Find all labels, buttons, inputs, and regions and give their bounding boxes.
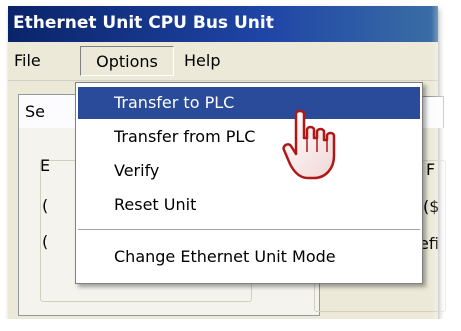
menu-item-transfer-to-plc[interactable]: Transfer to PLC: [78, 87, 420, 119]
tab-setup[interactable]: Se: [18, 94, 82, 128]
menu-item-verify[interactable]: Verify: [78, 155, 420, 187]
menu-item-transfer-from-plc[interactable]: Transfer from PLC: [78, 121, 420, 153]
group-left-item-1: (: [42, 196, 49, 215]
bottom-strip: [0, 319, 461, 331]
menu-help[interactable]: Help: [180, 46, 224, 76]
menu-bar: File Options Help: [8, 42, 438, 81]
menu-file[interactable]: File: [10, 46, 45, 76]
options-dropdown-menu: Transfer to PLC Transfer from PLC Verify…: [75, 82, 423, 284]
menu-options[interactable]: Options: [80, 46, 174, 76]
group-left-item-2: (: [42, 232, 49, 251]
menu-item-reset-unit[interactable]: Reset Unit: [78, 189, 420, 221]
group-left-label: E: [40, 156, 51, 175]
title-bar[interactable]: Ethernet Unit CPU Bus Unit: [8, 6, 438, 42]
window-title: Ethernet Unit CPU Bus Unit: [13, 13, 274, 33]
menu-separator: [78, 229, 420, 231]
hand-pointer-icon: [282, 108, 342, 184]
menu-item-change-ethernet-unit-mode[interactable]: Change Ethernet Unit Mode: [78, 241, 420, 273]
edge-fade: [431, 0, 461, 331]
